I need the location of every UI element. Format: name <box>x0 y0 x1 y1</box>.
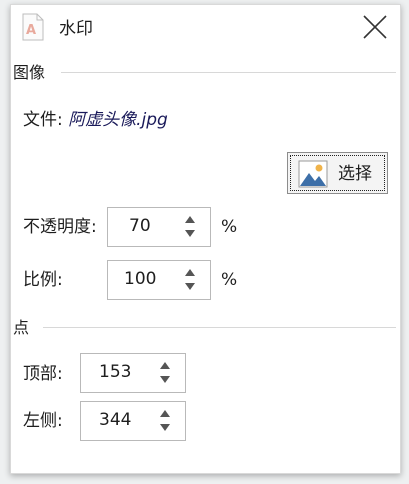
scale-unit: % <box>221 270 238 290</box>
left-decrement-arrow-icon[interactable] <box>159 423 171 432</box>
file-label: 文件: <box>23 110 63 130</box>
left-increment-arrow-icon[interactable] <box>159 409 171 418</box>
top-label: 顶部: <box>23 364 63 384</box>
scale-value: 100 <box>124 269 157 289</box>
scale-spinbox[interactable]: 100 <box>107 260 211 300</box>
opacity-increment-arrow-icon[interactable] <box>184 215 196 224</box>
image-section-heading: 图像 <box>13 63 46 82</box>
top-spinbox[interactable]: 153 <box>80 353 186 393</box>
scale-increment-arrow-icon[interactable] <box>184 268 196 277</box>
left-label: 左侧: <box>23 411 63 431</box>
choose-button-label: 选择 <box>338 164 372 184</box>
choose-image-button[interactable]: 选择 <box>287 152 388 194</box>
svg-text:A: A <box>26 23 36 38</box>
opacity-decrement-arrow-icon[interactable] <box>184 229 196 238</box>
top-value: 153 <box>99 362 132 382</box>
point-section-heading: 点 <box>13 318 30 337</box>
image-icon <box>298 160 328 188</box>
top-decrement-arrow-icon[interactable] <box>159 375 171 384</box>
watermark-dialog: A 水印 图像 文件: 阿虚头像.jpg 选择 不透明度: 70 % 比例: 1… <box>10 4 401 474</box>
left-spinbox[interactable]: 344 <box>80 401 186 441</box>
top-increment-arrow-icon[interactable] <box>159 361 171 370</box>
watermark-document-icon: A <box>22 13 44 41</box>
file-row: 文件: 阿虚头像.jpg <box>23 109 168 131</box>
scale-label: 比例: <box>23 270 63 290</box>
opacity-label: 不透明度: <box>23 217 97 237</box>
close-icon[interactable] <box>361 13 389 41</box>
dialog-title: 水印 <box>59 19 93 39</box>
image-section-divider <box>61 72 396 73</box>
point-section-divider <box>43 327 396 328</box>
opacity-unit: % <box>221 217 238 237</box>
left-value: 344 <box>99 410 132 430</box>
file-name: 阿虚头像.jpg <box>68 110 168 130</box>
scale-decrement-arrow-icon[interactable] <box>184 282 196 291</box>
opacity-value: 70 <box>129 216 151 236</box>
opacity-spinbox[interactable]: 70 <box>107 207 211 247</box>
